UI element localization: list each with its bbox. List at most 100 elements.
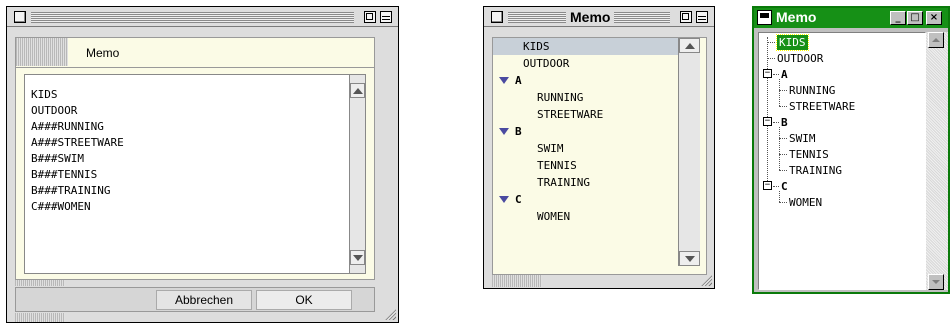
tree-view[interactable]: KIDS OUTDOOR − A RUNNING STREETWARE − B SWIM TENN… [758, 32, 926, 290]
memo-tab[interactable]: Memo [15, 37, 375, 67]
outline-item-label: A [515, 74, 522, 87]
zoom-box-icon[interactable] [680, 11, 692, 23]
vertical-scrollbar[interactable] [926, 32, 948, 290]
resize-grip-icon[interactable] [700, 274, 712, 286]
outline-item-row[interactable]: RUNNING [493, 89, 681, 106]
arrow-up-icon [352, 87, 363, 94]
outline-group-row[interactable]: B [493, 123, 681, 140]
tree-item-node[interactable]: WOMEN [789, 195, 822, 210]
maximize-icon: □ [910, 12, 920, 23]
outline-group-row[interactable]: A [493, 72, 681, 89]
scroll-down-button[interactable] [679, 251, 700, 266]
tree-item-node[interactable]: STREETWARE [789, 99, 855, 114]
outline-item-row[interactable]: TRAINING [493, 174, 681, 191]
collapse-toggle[interactable]: − [763, 69, 772, 78]
tree-connector [779, 191, 780, 202]
tree-connector [779, 202, 787, 203]
collapse-box-icon[interactable] [380, 11, 392, 23]
minimize-button[interactable]: _ [890, 11, 906, 25]
disclosure-triangle-icon[interactable] [499, 77, 509, 84]
app-icon[interactable] [757, 10, 772, 25]
close-icon: × [929, 12, 939, 23]
tree-connector [767, 37, 768, 187]
tree-connector [779, 138, 787, 139]
vertical-scrollbar[interactable] [349, 75, 365, 273]
memo-window-tree: Memo _ □ × KIDS OUTDOOR − A RUNNING STREETWAR… [752, 6, 950, 294]
close-button[interactable]: × [926, 11, 942, 25]
memo-line: A###STREETWARE [31, 136, 124, 149]
scroll-up-button[interactable] [679, 38, 700, 53]
scroll-up-button[interactable] [928, 32, 944, 48]
outline-item-row[interactable]: WOMEN [493, 208, 681, 225]
disclosure-triangle-icon[interactable] [499, 128, 509, 135]
memo-line: KIDS [31, 88, 58, 101]
vertical-scrollbar[interactable] [678, 38, 700, 266]
title-bar[interactable] [7, 7, 398, 27]
memo-text: KIDS OUTDOOR A###RUNNING A###STREETWARE B###… [31, 87, 124, 215]
memo-line: OUTDOOR [31, 104, 78, 117]
close-box-icon[interactable] [491, 11, 503, 23]
collapse-toggle[interactable]: − [763, 117, 772, 126]
maximize-button[interactable]: □ [907, 11, 923, 25]
title-bar[interactable]: Memo [484, 7, 714, 27]
bottom-hatch [15, 313, 65, 322]
tree-connector [779, 127, 780, 170]
tree-group-node[interactable]: A [781, 67, 788, 82]
outline-item-label: SWIM [537, 142, 564, 155]
tree-item-node[interactable]: TRAINING [789, 163, 842, 178]
outline-item-row[interactable]: SWIM [493, 140, 681, 157]
close-box-icon[interactable] [14, 11, 26, 23]
outline-item-row[interactable]: KIDS [493, 38, 681, 55]
tree-item-node[interactable]: TENNIS [789, 147, 829, 162]
tree-item-node[interactable]: OUTDOOR [777, 51, 823, 66]
tree-item-node[interactable]: SWIM [789, 131, 816, 146]
tree-item-node[interactable]: RUNNING [789, 83, 835, 98]
scroll-up-button[interactable] [350, 83, 365, 98]
outline-item-label: TENNIS [537, 159, 577, 172]
title-bar[interactable]: Memo _ □ × [754, 8, 948, 28]
window-title: Memo [776, 9, 817, 25]
tree-connector [779, 79, 780, 106]
memo-window-editor: Memo KIDS OUTDOOR A###RUNNING A###STREETWAR… [6, 6, 399, 323]
disclosure-triangle-icon[interactable] [499, 196, 509, 203]
scroll-down-button[interactable] [350, 250, 365, 265]
outline-item-row[interactable]: OUTDOOR [493, 55, 681, 72]
tab-hatch [16, 38, 68, 66]
title-stripes [31, 12, 354, 23]
tree-connector [779, 170, 787, 171]
outline-item-label: STREETWARE [537, 108, 604, 121]
button-bar: Abbrechen OK [15, 287, 375, 312]
tree-connector [767, 42, 775, 43]
tree-group-node[interactable]: C [781, 179, 788, 194]
tree-group-node[interactable]: B [781, 115, 788, 130]
outline-item-label: C [515, 193, 522, 206]
arrow-down-icon [932, 280, 940, 284]
zoom-box-icon[interactable] [364, 11, 376, 23]
memo-line: B###TENNIS [31, 168, 98, 181]
outline-panel: KIDS OUTDOOR A RUNNING STREETWARE B SWIM TENNIS… [492, 37, 707, 275]
outline-group-row[interactable]: C [493, 191, 681, 208]
outline-item-row[interactable]: TENNIS [493, 157, 681, 174]
resize-grip-icon[interactable] [384, 308, 396, 320]
arrow-down-icon [684, 255, 695, 262]
arrow-down-icon [352, 254, 363, 261]
ok-button[interactable]: OK [256, 290, 352, 310]
cancel-button[interactable]: Abbrechen [156, 290, 252, 310]
arrow-up-icon [684, 42, 695, 49]
collapse-box-icon[interactable] [696, 11, 708, 23]
scroll-down-button[interactable] [928, 274, 944, 290]
tree-connector [773, 122, 779, 123]
window-title: Memo [566, 9, 615, 25]
memo-textarea[interactable]: KIDS OUTDOOR A###RUNNING A###STREETWARE B###… [24, 74, 366, 274]
outline-list[interactable]: KIDS OUTDOOR A RUNNING STREETWARE B SWIM TENNIS… [493, 38, 681, 268]
outline-item-label: OUTDOOR [523, 57, 570, 70]
tree-item-node[interactable]: KIDS [776, 34, 809, 51]
memo-line: C###WOMEN [31, 200, 91, 213]
memo-tab-label: Memo [86, 46, 120, 60]
collapse-toggle[interactable]: − [763, 181, 772, 190]
memo-line: A###RUNNING [31, 120, 104, 133]
tree-connector [773, 74, 779, 75]
arrow-up-icon [932, 38, 940, 42]
outline-item-row[interactable]: STREETWARE [493, 106, 681, 123]
outline-item-label: WOMEN [537, 210, 571, 223]
